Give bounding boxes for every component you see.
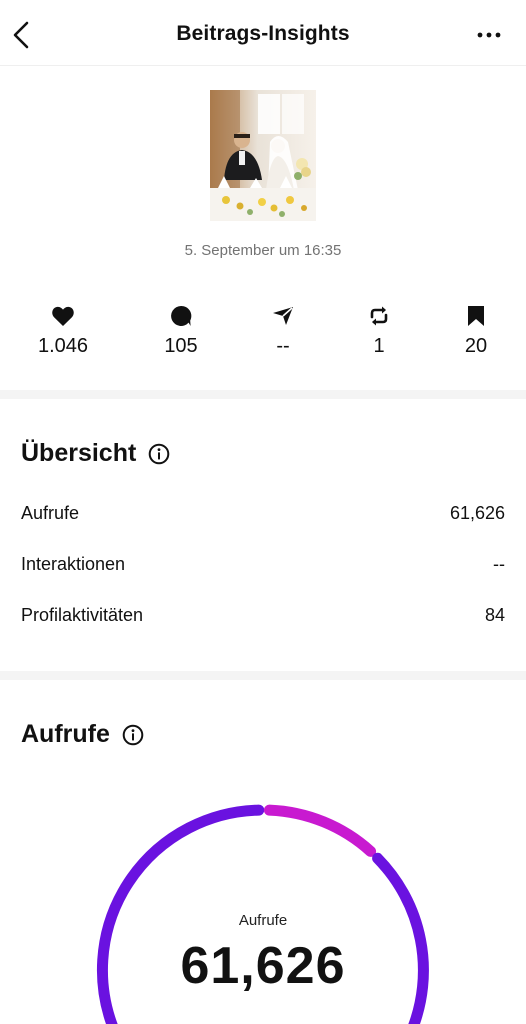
post-date: 5. September um 16:35	[184, 242, 342, 259]
reposts-count: 1	[373, 335, 385, 357]
comments-count: 105	[164, 335, 198, 357]
info-icon	[122, 724, 144, 745]
overview-row-interactions[interactable]: Interaktionen --	[21, 552, 505, 576]
more-options-button[interactable]	[472, 20, 506, 50]
post-photo	[210, 90, 316, 221]
top-bar: Beitrags-Insights	[0, 0, 526, 66]
likes-count: 1.046	[37, 335, 89, 357]
stat-saves: 20	[436, 303, 516, 358]
repost-icon	[370, 306, 388, 326]
heart-icon	[52, 306, 74, 326]
donut-label: Aufrufe	[238, 912, 288, 929]
overview-info-button[interactable]	[148, 443, 170, 465]
bookmark-icon	[468, 306, 484, 326]
shares-count: --	[276, 335, 290, 357]
overview-section-title: Übersicht	[21, 439, 170, 468]
interaction-stats: 1.046 105 -- 1 20	[0, 303, 526, 363]
saves-count: 20	[464, 335, 488, 357]
views-title: Aufrufe	[21, 720, 110, 748]
row-label: Aufrufe	[21, 502, 80, 523]
views-section-title: Aufrufe	[21, 720, 144, 749]
post-thumbnail[interactable]	[210, 90, 316, 221]
comment-icon	[171, 305, 192, 326]
more-horizontal-icon	[477, 32, 501, 38]
stat-shares: --	[243, 303, 323, 358]
row-value: --	[493, 553, 505, 574]
overview-row-profile-activity[interactable]: Profilaktivitäten 84	[21, 603, 505, 627]
overview-row-views[interactable]: Aufrufe 61,626	[21, 501, 505, 525]
row-label: Interaktionen	[21, 553, 126, 574]
overview-title: Übersicht	[21, 439, 137, 467]
post-insights-screen: Beitrags-Insights 5. September um 16:35 …	[0, 0, 526, 1024]
info-icon	[149, 443, 170, 464]
donut-total-value: 61,626	[180, 937, 346, 995]
stat-comments: 105	[141, 303, 221, 358]
section-divider	[0, 390, 526, 399]
donut-segment-non-followers	[263, 804, 377, 857]
stat-reposts: 1	[339, 303, 419, 358]
send-icon	[273, 307, 293, 325]
stat-likes: 1.046	[23, 303, 103, 358]
section-divider	[0, 671, 526, 680]
page-title: Beitrags-Insights	[176, 22, 350, 45]
views-info-button[interactable]	[122, 724, 144, 746]
row-value: 61,626	[449, 502, 505, 523]
row-value: 84	[484, 604, 505, 625]
row-label: Profilaktivitäten	[21, 604, 144, 625]
